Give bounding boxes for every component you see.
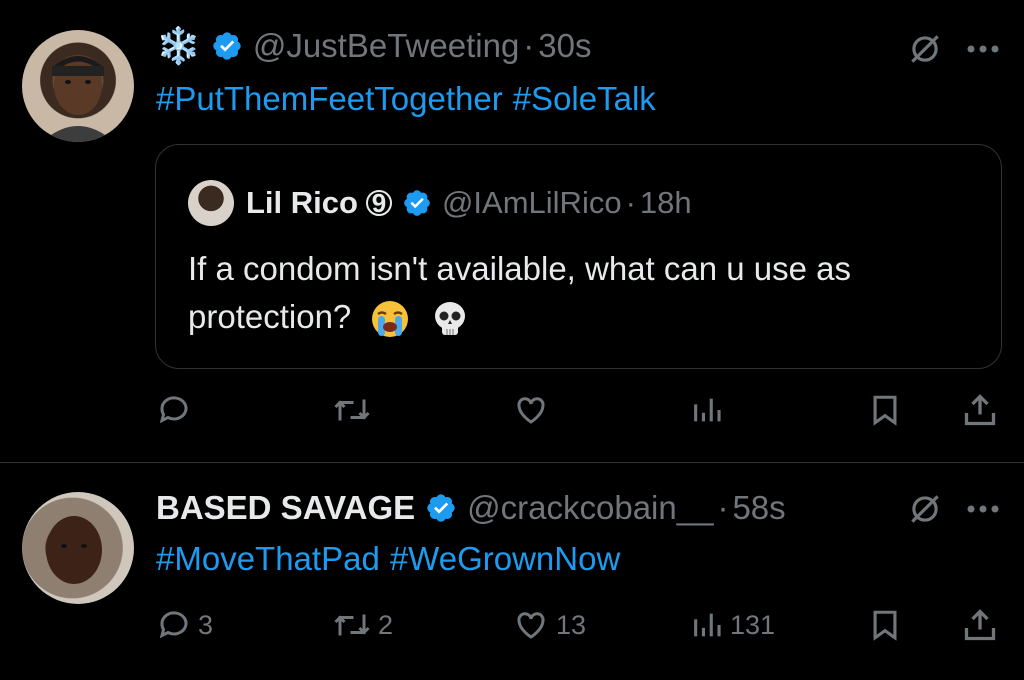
like-button[interactable] [512, 388, 556, 432]
bookmark-icon [873, 395, 897, 426]
separator: · [523, 27, 535, 64]
bookmark-button[interactable] [868, 388, 902, 432]
display-name[interactable]: ❄️ [156, 25, 201, 67]
like-button[interactable]: 13 [512, 603, 586, 647]
views-button[interactable]: 131 [690, 603, 775, 647]
tweet-header: BASED SAVAGE @crackcobain__ · 58s [156, 486, 786, 530]
like-icon [517, 612, 545, 639]
more-icon[interactable] [966, 504, 1000, 514]
retweet-button[interactable] [332, 388, 378, 432]
handle[interactable]: @JustBeTweeting [253, 27, 519, 65]
tweet-text: #MoveThatPad #WeGrownNow [156, 540, 630, 578]
share-button[interactable] [962, 603, 998, 647]
grok-icon[interactable] [906, 490, 944, 528]
separator: · [717, 489, 729, 526]
reply-icon [159, 611, 188, 639]
tweet-actions: 3 2 13 131 [156, 603, 1000, 647]
quote-header: Lil Rico 9 @IAmLilRico · 18h [246, 181, 692, 225]
share-icon [964, 609, 996, 641]
quote-display-name[interactable]: Lil Rico [246, 185, 358, 221]
verified-icon [427, 494, 455, 522]
quote-avatar[interactable] [188, 180, 234, 226]
bookmark-button[interactable] [868, 603, 902, 647]
views-button[interactable] [690, 388, 730, 432]
reply-count: 3 [198, 609, 214, 640]
retweet-icon [334, 399, 370, 421]
bookmark-icon [873, 610, 897, 641]
handle[interactable]: @crackcobain__ [467, 489, 713, 527]
hashtag-link[interactable]: #PutThemFeetTogether [156, 80, 503, 117]
avatar[interactable] [22, 30, 134, 142]
reply-button[interactable] [156, 388, 198, 432]
tweet-header: ❄️ @JustBeTweeting · 30s [156, 24, 592, 68]
tweet-header-actions [906, 490, 1000, 528]
display-name[interactable]: BASED SAVAGE [156, 489, 415, 527]
share-button[interactable] [962, 388, 998, 432]
verified-icon [404, 190, 430, 216]
verified-icon [213, 32, 241, 60]
tweet-actions [156, 388, 1000, 432]
retweet-icon [334, 614, 370, 636]
tweet[interactable]: ❄️ @JustBeTweeting · 30s #PutThemFeetTog… [0, 0, 1024, 462]
reply-icon [159, 396, 188, 424]
separator: · [625, 185, 636, 220]
retweet-button[interactable]: 2 [332, 603, 393, 647]
skull-emoji [434, 302, 465, 336]
hashtag-link[interactable]: #WeGrownNow [390, 540, 620, 577]
more-icon[interactable] [966, 44, 1000, 54]
views-icon [694, 398, 721, 422]
share-icon [964, 394, 996, 426]
quote-text-body: If a condom isn't available, what can u … [188, 250, 852, 335]
tweet-header-actions [906, 30, 1000, 68]
reply-button[interactable]: 3 [156, 603, 213, 647]
like-count: 13 [556, 609, 587, 640]
tweet-text: #PutThemFeetTogether #SoleTalk [156, 80, 666, 118]
hashtag-link[interactable]: #SoleTalk [513, 80, 656, 117]
grok-icon[interactable] [906, 30, 944, 68]
like-icon [517, 397, 545, 424]
timestamp[interactable]: 30s [538, 27, 591, 65]
number-badge: 9 [365, 188, 392, 218]
loudly-crying-emoji [372, 301, 409, 338]
avatar[interactable] [22, 492, 134, 604]
views-count: 131 [730, 609, 776, 640]
quote-timestamp[interactable]: 18h [640, 185, 692, 221]
views-icon [694, 613, 721, 637]
hashtag-link[interactable]: #MoveThatPad [156, 540, 380, 577]
quote-text: If a condom isn't available, what can u … [188, 245, 978, 341]
timestamp[interactable]: 58s [732, 489, 785, 527]
retweet-count: 2 [378, 609, 394, 640]
quoted-tweet[interactable]: Lil Rico 9 @IAmLilRico · 18h If a condom… [155, 144, 1002, 369]
quote-handle[interactable]: @IAmLilRico [442, 185, 622, 221]
